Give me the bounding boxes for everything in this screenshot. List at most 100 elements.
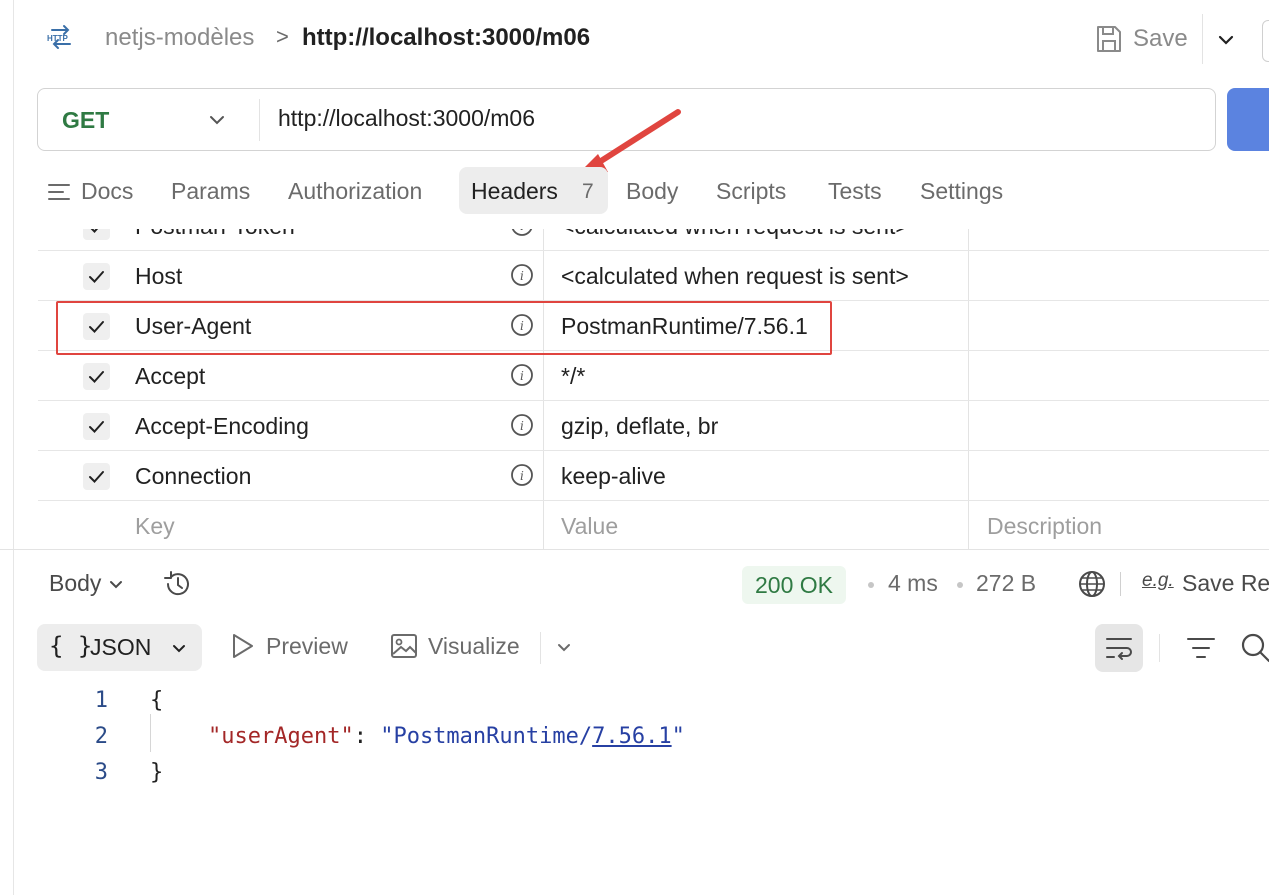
table-row: Accept i */* [38, 351, 1269, 401]
value-placeholder[interactable]: Value [561, 513, 618, 540]
check-icon [89, 371, 104, 383]
headers-table: Postman-Token i <calculated when request… [38, 229, 1269, 550]
json-string-prefix: "PostmanRuntime/ [380, 724, 593, 749]
send-button[interactable] [1227, 88, 1269, 151]
header-key[interactable]: Accept [135, 363, 205, 390]
separator-dot [957, 582, 963, 588]
response-body-dropdown[interactable]: Body [49, 570, 125, 597]
json-colon: : [353, 724, 381, 749]
json-icon: { } [49, 632, 93, 660]
header-value[interactable]: <calculated when request is sent> [561, 229, 909, 240]
request-tabs: Docs Params Authorization Headers 7 Body… [48, 168, 1148, 214]
info-icon[interactable]: i [510, 229, 534, 237]
table-row-placeholder: Key Value Description [38, 501, 1269, 550]
response-body-label: Body [49, 570, 102, 596]
request-header-bar: HTTP netjs-modèles > http://localhost:30… [14, 0, 1269, 78]
tab-scripts[interactable]: Scripts [716, 178, 786, 205]
code-line-open: { [150, 688, 164, 713]
format-label: JSON [90, 634, 152, 660]
svg-text:i: i [520, 369, 524, 383]
meta-divider [1120, 572, 1121, 596]
chevron-down-icon[interactable] [554, 637, 574, 657]
save-button[interactable]: Save [1095, 22, 1188, 56]
line-number: 1 [94, 688, 108, 713]
code-line-pair: "userAgent": "PostmanRuntime/7.56.1" [208, 724, 685, 749]
row-checkbox[interactable] [83, 363, 110, 390]
image-icon [391, 634, 417, 658]
info-icon[interactable]: i [510, 463, 534, 487]
tab-params[interactable]: Params [171, 178, 250, 205]
json-key: "userAgent" [208, 724, 354, 749]
search-icon[interactable] [1238, 630, 1269, 664]
info-icon[interactable]: i [510, 263, 534, 287]
http-icon: HTTP [47, 25, 71, 49]
globe-icon[interactable] [1076, 568, 1108, 600]
status-badge[interactable]: 200 OK [742, 566, 846, 604]
wrap-lines-button[interactable] [1095, 624, 1143, 672]
preview-label: Preview [266, 632, 348, 659]
header-key[interactable]: Postman-Token [135, 229, 295, 240]
save-response-button[interactable]: Save Re [1182, 570, 1269, 597]
tab-body[interactable]: Body [626, 178, 678, 205]
header-value[interactable]: gzip, deflate, br [561, 413, 718, 440]
check-icon [90, 229, 99, 233]
breadcrumb-collection[interactable]: netjs-modèles [105, 24, 254, 52]
toolbar-divider [1159, 634, 1160, 662]
json-string-suffix: " [671, 724, 685, 749]
preview-button[interactable]: Preview [230, 632, 348, 660]
chevron-down-icon [110, 580, 123, 588]
visualize-divider [540, 632, 541, 664]
header-key[interactable]: Accept-Encoding [135, 413, 309, 440]
save-label: Save [1133, 25, 1188, 52]
json-string-link[interactable]: 7.56.1 [592, 724, 671, 749]
svg-text:i: i [520, 269, 524, 283]
row-checkbox[interactable] [83, 463, 110, 490]
history-icon[interactable] [162, 568, 194, 600]
svg-text:i: i [520, 469, 524, 483]
info-icon[interactable]: i [510, 413, 534, 437]
save-icon [1097, 26, 1121, 52]
tab-settings[interactable]: Settings [920, 178, 1003, 205]
tab-tests[interactable]: Tests [828, 178, 882, 205]
format-select[interactable]: { } JSON [37, 624, 202, 671]
header-key[interactable]: Host [135, 263, 182, 290]
breadcrumb-separator: > [276, 24, 289, 49]
header-key[interactable]: Connection [135, 463, 251, 490]
code-line-close: } [150, 760, 164, 785]
save-split-divider [1202, 14, 1203, 64]
key-placeholder[interactable]: Key [135, 513, 175, 540]
header-value[interactable]: keep-alive [561, 463, 666, 490]
table-row: Host i <calculated when request is sent> [38, 251, 1269, 301]
info-icon[interactable]: i [510, 363, 534, 387]
chevron-down-icon[interactable] [1214, 28, 1238, 52]
header-value[interactable]: <calculated when request is sent> [561, 263, 909, 290]
tab-docs[interactable]: Docs [81, 178, 133, 205]
example-icon[interactable]: e.g. [1142, 570, 1174, 592]
table-row: Accept-Encoding i gzip, deflate, br [38, 401, 1269, 451]
filter-icon[interactable] [1185, 634, 1217, 662]
svg-text:HTTP: HTTP [47, 34, 69, 43]
window-left-border [13, 0, 14, 895]
header-value[interactable]: */* [561, 363, 585, 390]
url-input[interactable] [278, 105, 1178, 132]
visualize-label: Visualize [428, 632, 520, 659]
request-title[interactable]: http://localhost:3000/m06 [302, 24, 590, 52]
response-time[interactable]: 4 ms [888, 570, 938, 597]
description-placeholder[interactable]: Description [987, 513, 1102, 540]
visualize-button[interactable]: Visualize [390, 632, 520, 660]
method-select[interactable]: GET [62, 107, 109, 134]
share-button[interactable] [1262, 20, 1269, 62]
svg-text:i: i [520, 419, 524, 433]
row-checkbox[interactable] [83, 263, 110, 290]
response-size[interactable]: 272 B [976, 570, 1036, 597]
tab-headers[interactable]: Headers [471, 178, 558, 205]
chevron-down-icon[interactable] [206, 109, 228, 131]
tab-authorization[interactable]: Authorization [288, 178, 422, 205]
row-checkbox[interactable] [83, 229, 110, 240]
row-checkbox[interactable] [83, 413, 110, 440]
docs-icon [48, 184, 70, 200]
indent-guide [150, 714, 151, 752]
wrap-icon [1106, 638, 1132, 660]
table-row: Connection i keep-alive [38, 451, 1269, 501]
line-number: 3 [94, 760, 108, 785]
